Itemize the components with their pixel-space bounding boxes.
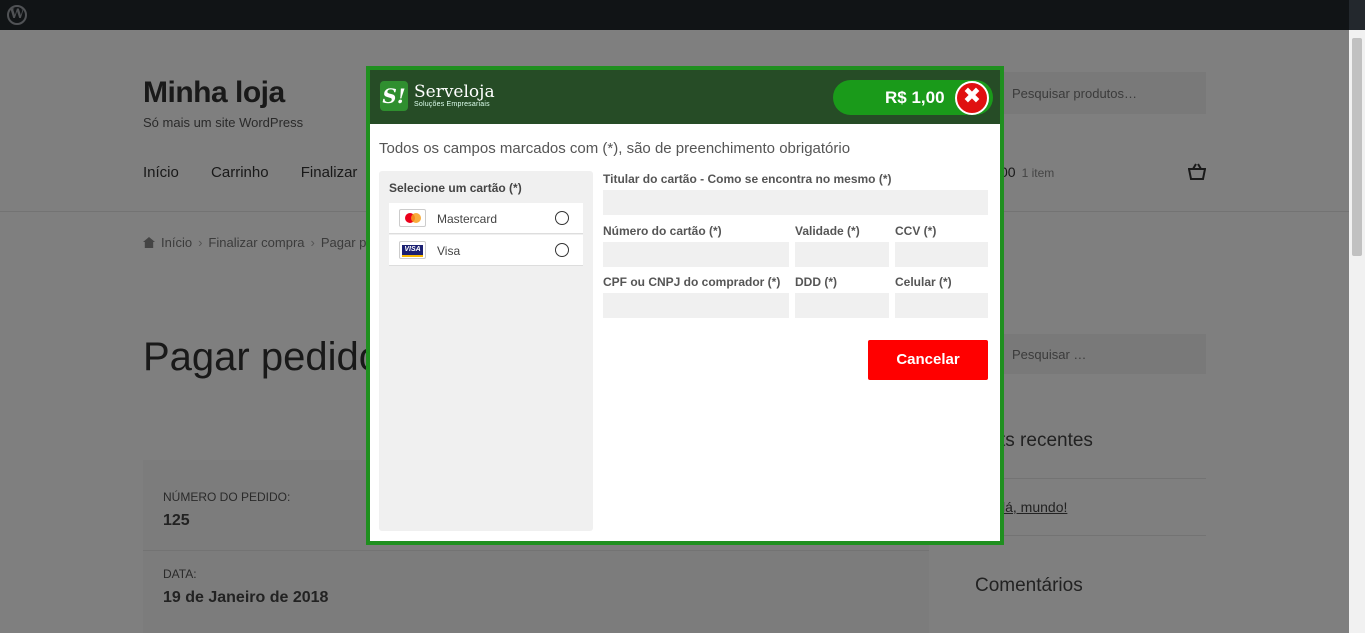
card-option-label: Mastercard xyxy=(437,212,498,226)
required-fields-notice: Todos os campos marcados com (*), são de… xyxy=(379,140,851,157)
validity-input[interactable] xyxy=(795,242,889,267)
document-label: CPF ou CNPJ do comprador (*) xyxy=(603,275,781,289)
serveloja-logo-icon: S! xyxy=(380,81,408,111)
ccv-label: CCV (*) xyxy=(895,224,937,238)
visa-radio[interactable] xyxy=(555,243,569,257)
cancel-button[interactable]: Cancelar xyxy=(868,340,988,380)
mastercard-icon xyxy=(399,209,426,227)
brand-name: Serveloja xyxy=(414,82,495,102)
ddd-label: DDD (*) xyxy=(795,275,837,289)
phone-input[interactable] xyxy=(895,293,988,318)
close-icon[interactable]: ✖ xyxy=(955,81,989,115)
phone-label: Celular (*) xyxy=(895,275,952,289)
card-number-label: Número do cartão (*) xyxy=(603,224,722,238)
card-selection-title: Selecione um cartão (*) xyxy=(389,181,522,195)
card-selection-panel: Selecione um cartão (*) Mastercard VISA … xyxy=(379,171,593,531)
ccv-input[interactable] xyxy=(895,242,988,267)
holder-input[interactable] xyxy=(603,190,988,215)
price-badge: R$ 1,00 ✖ xyxy=(833,80,993,115)
brand-subtitle: Soluções Empresariais xyxy=(414,101,490,108)
ddd-input[interactable] xyxy=(795,293,889,318)
visa-icon: VISA xyxy=(399,241,426,259)
order-price: R$ 1,00 xyxy=(885,88,945,107)
mastercard-radio[interactable] xyxy=(555,211,569,225)
card-option-mastercard[interactable]: Mastercard xyxy=(389,203,583,234)
card-option-label: Visa xyxy=(437,244,461,258)
page-scrollbar[interactable] xyxy=(1349,30,1365,633)
modal-header: S! Serveloja Soluções Empresariais R$ 1,… xyxy=(370,70,1000,124)
holder-label: Titular do cartão - Como se encontra no … xyxy=(603,172,892,186)
validity-label: Validade (*) xyxy=(795,224,860,238)
card-number-input[interactable] xyxy=(603,242,789,267)
card-option-visa[interactable]: VISA Visa xyxy=(389,235,583,266)
document-input[interactable] xyxy=(603,293,789,318)
payment-modal: S! Serveloja Soluções Empresariais R$ 1,… xyxy=(366,66,1004,545)
scrollbar-thumb[interactable] xyxy=(1352,38,1362,256)
